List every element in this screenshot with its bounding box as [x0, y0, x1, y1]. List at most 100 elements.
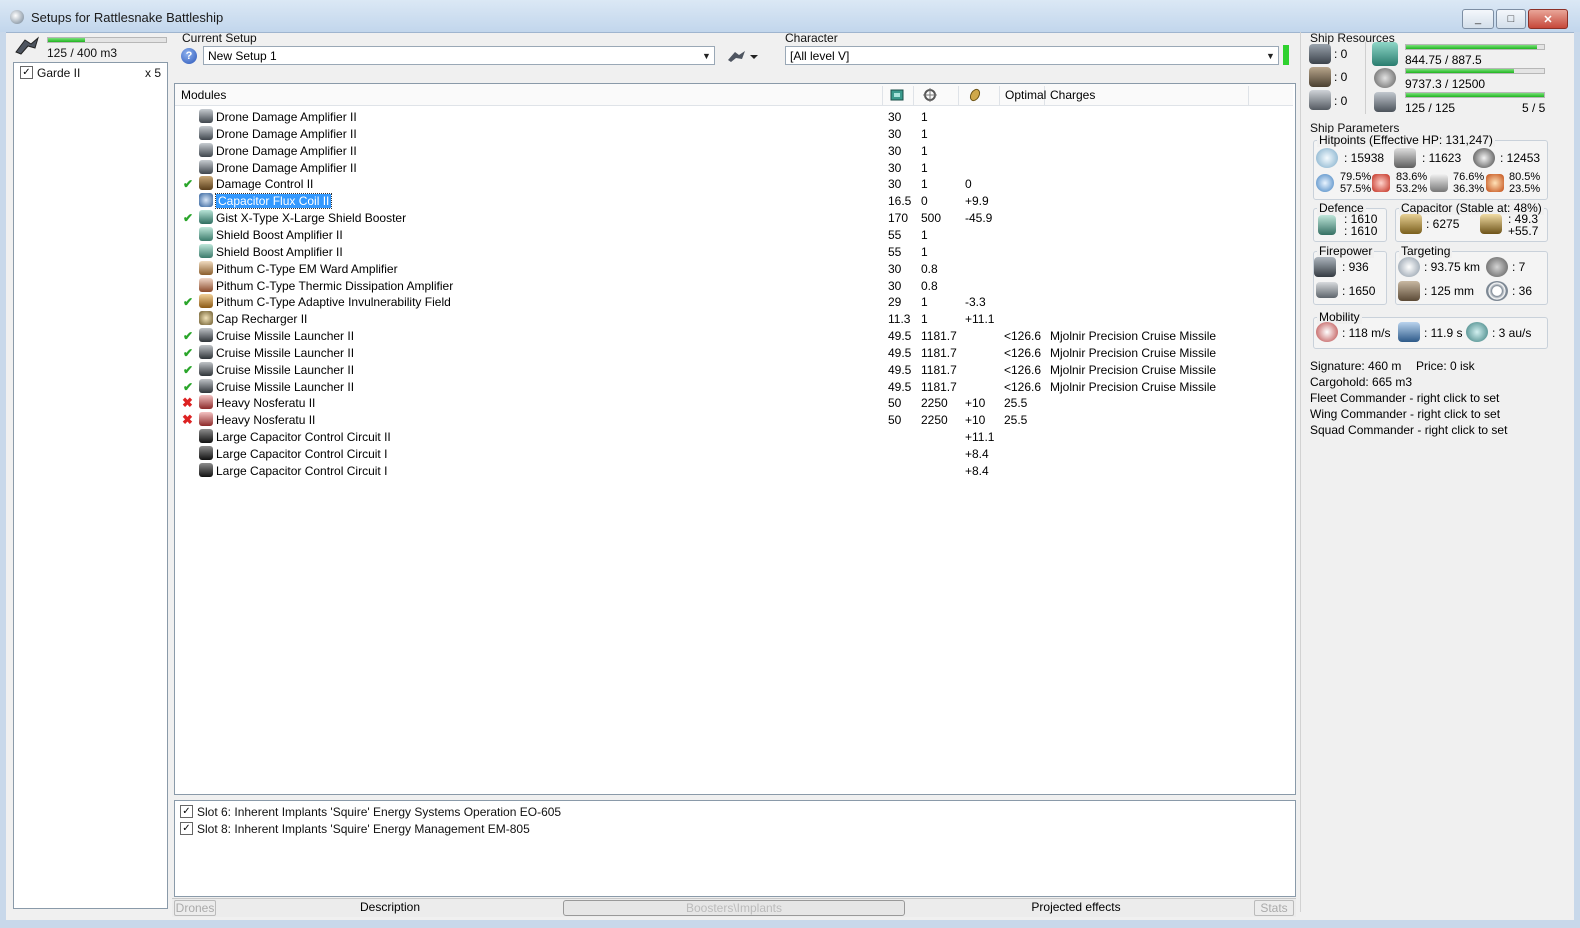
module-online-icon[interactable]: ✔	[183, 380, 193, 394]
tab-stats[interactable]: Stats	[1254, 900, 1294, 916]
drone-damage-amplifier-icon	[199, 109, 213, 123]
drone-list	[13, 62, 168, 909]
module-row[interactable]: Shield Boost Amplifier II 55 1	[180, 226, 1293, 243]
drone-bandwidth-bar	[1405, 92, 1545, 98]
module-name: Gist X-Type X-Large Shield Booster	[216, 211, 407, 226]
module-row[interactable]: Pithum C-Type EM Ward Amplifier 30 0.8	[180, 260, 1293, 277]
implant-item[interactable]: Slot 8: Inherent Implants 'Squire' Energ…	[197, 822, 530, 836]
powergrid-value: 9737.3 / 12500	[1405, 77, 1486, 91]
drone-name[interactable]: Garde II	[37, 66, 80, 80]
scan-resolution: : 125 mm	[1424, 284, 1475, 298]
wing-commander[interactable]: Wing Commander - right click to set	[1310, 407, 1500, 421]
cpu-icon	[1372, 42, 1398, 66]
nosferatu-icon	[199, 412, 213, 427]
module-charge[interactable]: Mjolnir Precision Cruise Missile	[1050, 380, 1216, 394]
module-capacitor: +9.9	[965, 194, 989, 209]
module-row[interactable]: Large Capacitor Control Circuit I +8.4	[180, 445, 1293, 462]
column-header-modules[interactable]: Modules	[176, 86, 883, 105]
implant-checkbox[interactable]: ✓	[180, 822, 193, 835]
em-resist-shield: 79.5%	[1340, 171, 1372, 183]
module-cpu: 30	[888, 126, 902, 141]
squad-commander[interactable]: Squad Commander - right click to set	[1310, 423, 1507, 437]
help-icon[interactable]: ?	[181, 48, 197, 64]
tab-projected-effects[interactable]: Projected effects	[906, 900, 1246, 914]
capacitor-amount-icon	[1400, 214, 1422, 234]
module-online-icon[interactable]: ✔	[183, 211, 193, 225]
module-row[interactable]: Drone Damage Amplifier II 30 1	[180, 159, 1293, 176]
structure-hp: : 12453	[1500, 151, 1541, 165]
module-row[interactable]: ✔ Cruise Missile Launcher II 49.5 1181.7 <12…	[180, 361, 1293, 378]
character-select[interactable]: [All level V] ▼	[785, 46, 1279, 65]
module-capacitor: 0	[965, 177, 972, 192]
module-row[interactable]: ✔ Gist X-Type X-Large Shield Booster 170 50…	[180, 209, 1293, 226]
tab-boosters-implants[interactable]: Boosters\Implants	[563, 900, 905, 916]
thermal-resist-icon	[1372, 174, 1390, 192]
module-row[interactable]: Large Capacitor Control Circuit II +11.1	[180, 428, 1293, 445]
current-setup-label: Current Setup	[182, 31, 257, 45]
module-row[interactable]: ✔ Cruise Missile Launcher II 49.5 1181.7 <12…	[180, 378, 1293, 395]
drone-bay-capacity-bar	[47, 37, 167, 43]
module-offline-icon[interactable]: ✖	[182, 395, 193, 411]
module-row[interactable]: Drone Damage Amplifier II 30 1	[180, 142, 1293, 159]
module-name: Cap Recharger II	[216, 312, 308, 327]
module-charge[interactable]: Mjolnir Precision Cruise Missile	[1050, 363, 1216, 377]
window-border-bottom	[0, 920, 1580, 928]
column-header-cpu[interactable]	[883, 86, 914, 105]
module-name: Shield Boost Amplifier II	[216, 227, 343, 242]
ship-menu-button[interactable]	[725, 46, 761, 66]
module-online-icon[interactable]: ✔	[183, 177, 193, 191]
fleet-commander[interactable]: Fleet Commander - right click to set	[1310, 391, 1499, 405]
column-header-charges[interactable]: Charges	[1045, 86, 1249, 105]
sensor-strength: : 36	[1512, 284, 1533, 298]
module-capacitor: +11.1	[965, 430, 995, 445]
close-button[interactable]: ✕	[1528, 9, 1568, 29]
setup-select[interactable]: New Setup 1 ▼	[203, 46, 715, 65]
tab-description[interactable]: Description	[220, 900, 560, 914]
module-name: Damage Control II	[216, 177, 314, 192]
module-row[interactable]: Capacitor Flux Coil II 16.5 0 +9.9	[180, 192, 1293, 210]
module-row[interactable]: Pithum C-Type Thermic Dissipation Amplif…	[180, 277, 1293, 294]
module-cpu: 30	[888, 143, 902, 158]
module-offline-icon[interactable]: ✖	[182, 412, 193, 428]
column-header-capacitor[interactable]	[959, 86, 1000, 105]
module-name: Large Capacitor Control Circuit II	[216, 430, 391, 445]
explosive-resist-shield: 80.5%	[1509, 171, 1541, 183]
module-row[interactable]: ✔ Damage Control II 30 1 0	[180, 175, 1293, 192]
module-name: Drone Damage Amplifier II	[216, 143, 357, 158]
module-charge[interactable]: Mjolnir Precision Cruise Missile	[1050, 346, 1216, 360]
module-optimal: <126.6	[1004, 345, 1042, 360]
module-online-icon[interactable]: ✔	[183, 346, 193, 360]
window-title: Setups for Rattlesnake Battleship	[31, 10, 224, 25]
drone-count: x 5	[145, 66, 162, 80]
armor-hp: : 11623	[1422, 151, 1462, 165]
column-header-optimal[interactable]: Optimal	[1000, 86, 1046, 105]
maximize-button[interactable]: □	[1496, 9, 1526, 29]
module-row[interactable]: Cap Recharger II 11.3 1 +11.1	[180, 310, 1293, 327]
module-row[interactable]: ✔ Pithum C-Type Adaptive Invulnerability …	[180, 293, 1293, 310]
module-row[interactable]: ✔ Cruise Missile Launcher II 49.5 1181.7 <12…	[180, 327, 1293, 344]
drone-checkbox[interactable]: ✓	[20, 66, 33, 79]
column-header-powergrid[interactable]	[914, 86, 959, 105]
module-row[interactable]: Large Capacitor Control Circuit I +8.4	[180, 462, 1293, 479]
module-capacitor: -3.3	[965, 295, 986, 310]
cpu-icon	[890, 89, 904, 101]
module-powergrid: 1181.7	[921, 362, 957, 377]
module-row[interactable]: Drone Damage Amplifier II 30 1	[180, 125, 1293, 142]
module-charge[interactable]: Mjolnir Precision Cruise Missile	[1050, 329, 1216, 343]
minimize-button[interactable]: _	[1462, 9, 1494, 29]
implant-item[interactable]: Slot 6: Inherent Implants 'Squire' Energ…	[197, 805, 561, 819]
module-cpu: 49.5	[888, 362, 912, 377]
module-cpu: 16.5	[888, 194, 912, 209]
module-row[interactable]: ✖ Heavy Nosferatu II 50 2250 +10 25.5	[180, 411, 1293, 428]
module-online-icon[interactable]: ✔	[183, 363, 193, 377]
module-row[interactable]: ✖ Heavy Nosferatu II 50 2250 +10 25.5	[180, 394, 1293, 411]
capacitor-flux-coil-icon	[199, 193, 213, 208]
tab-drones[interactable]: Drones	[174, 900, 216, 916]
module-row[interactable]: ✔ Cruise Missile Launcher II 49.5 1181.7 <12…	[180, 344, 1293, 361]
module-online-icon[interactable]: ✔	[183, 329, 193, 343]
module-online-icon[interactable]: ✔	[183, 295, 193, 309]
module-name: Cruise Missile Launcher II	[216, 379, 355, 394]
implant-checkbox[interactable]: ✓	[180, 805, 193, 818]
module-row[interactable]: Drone Damage Amplifier II 30 1	[180, 108, 1293, 125]
module-row[interactable]: Shield Boost Amplifier II 55 1	[180, 243, 1293, 260]
